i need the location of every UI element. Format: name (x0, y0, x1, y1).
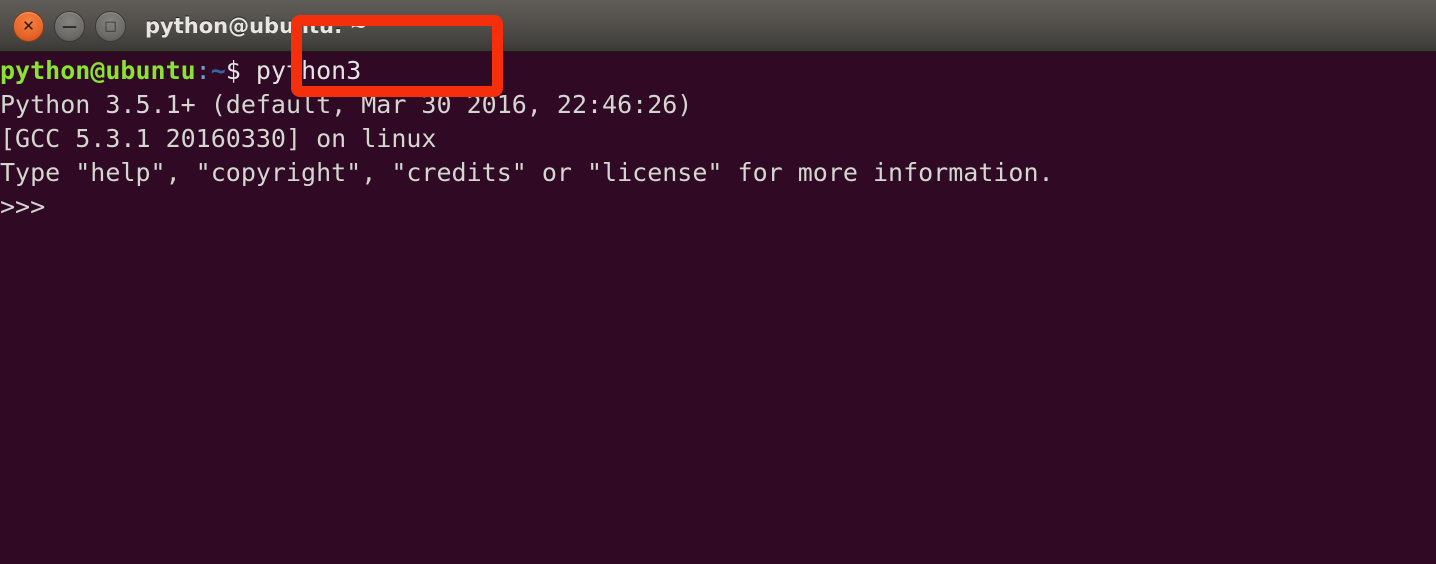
close-icon: ✕ (22, 17, 35, 35)
maximize-window-button[interactable]: □ (95, 11, 126, 42)
close-window-button[interactable]: ✕ (13, 11, 44, 42)
typed-command[interactable]: python3 (256, 56, 361, 85)
python-repl-prompt[interactable]: >>> (0, 190, 45, 224)
python-version-line: Python 3.5.1+ (default, Mar 30 2016, 22:… (0, 90, 693, 119)
prompt-separator: : (195, 56, 211, 85)
terminal-window-screenshot: ✕ — □ python@ubuntu: ~ python@ubuntu:~$ … (0, 0, 1436, 564)
python-help-hint-line: Type "help", "copyright", "credits" or "… (0, 158, 1054, 187)
window-titlebar[interactable]: ✕ — □ python@ubuntu: ~ (0, 0, 1436, 52)
prompt-user-host: python@ubuntu (0, 56, 196, 85)
maximize-icon: □ (104, 19, 117, 34)
terminal-output-area[interactable]: python@ubuntu:~$ python3 Python 3.5.1+ (… (0, 52, 1436, 564)
minimize-icon: — (62, 17, 77, 35)
minimize-window-button[interactable]: — (54, 11, 85, 42)
gcc-platform-line: [GCC 5.3.1 20160330] on linux (0, 124, 437, 153)
prompt-path: ~ (210, 56, 226, 85)
window-title: python@ubuntu: ~ (145, 14, 368, 38)
shell-prompt-line: python@ubuntu:~$ python3 (0, 54, 361, 88)
prompt-spacer (241, 56, 256, 85)
prompt-sigil: $ (225, 56, 241, 85)
